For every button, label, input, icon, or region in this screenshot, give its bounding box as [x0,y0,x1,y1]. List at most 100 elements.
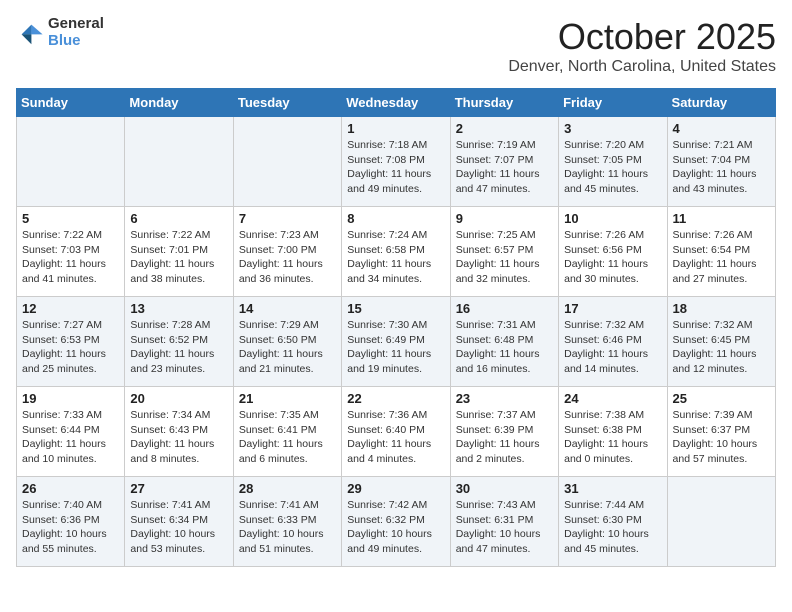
calendar-cell: 31Sunrise: 7:44 AMSunset: 6:30 PMDayligh… [559,477,667,567]
day-info: Sunrise: 7:26 AMSunset: 6:56 PMDaylight:… [564,228,661,287]
calendar-cell: 21Sunrise: 7:35 AMSunset: 6:41 PMDayligh… [233,387,341,477]
day-info: Sunrise: 7:20 AMSunset: 7:05 PMDaylight:… [564,138,661,197]
col-header-thursday: Thursday [450,89,558,117]
calendar-table: SundayMondayTuesdayWednesdayThursdayFrid… [16,88,776,567]
day-info: Sunrise: 7:22 AMSunset: 7:01 PMDaylight:… [130,228,227,287]
col-header-friday: Friday [559,89,667,117]
day-number: 5 [22,211,119,226]
calendar-cell: 11Sunrise: 7:26 AMSunset: 6:54 PMDayligh… [667,207,775,297]
day-info: Sunrise: 7:41 AMSunset: 6:33 PMDaylight:… [239,498,336,557]
calendar-cell: 16 Sunrise: 7:31 AMSunset: 6:48 PMDayligh… [450,297,558,387]
calendar-cell [125,117,233,207]
calendar-header-row: SundayMondayTuesdayWednesdayThursdayFrid… [17,89,776,117]
day-info: Sunrise: 7:32 AMSunset: 6:46 PMDaylight:… [564,318,661,377]
day-number: 17 [564,301,661,316]
day-info: Sunrise: 7:40 AMSunset: 6:36 PMDaylight:… [22,498,119,557]
day-number: 2 [456,121,553,136]
calendar-cell: 30 Sunrise: 7:43 AMSunset: 6:31 PMDayligh… [450,477,558,567]
calendar-cell: 22Sunrise: 7:36 AMSunset: 6:40 PMDayligh… [342,387,450,477]
day-number: 29 [347,481,444,496]
calendar-week-row: 12 Sunrise: 7:27 AMSunset: 6:53 PMDayligh… [17,297,776,387]
calendar-cell [667,477,775,567]
logo-blue-text: Blue [48,33,104,50]
day-info: Sunrise: 7:27 AMSunset: 6:53 PMDaylight:… [22,318,119,377]
calendar-cell: 25Sunrise: 7:39 AMSunset: 6:37 PMDayligh… [667,387,775,477]
day-number: 14 [239,301,336,316]
day-info: Sunrise: 7:23 AMSunset: 7:00 PMDaylight:… [239,228,336,287]
calendar-cell: 20Sunrise: 7:34 AMSunset: 6:43 PMDayligh… [125,387,233,477]
calendar-cell: 15 Sunrise: 7:30 AMSunset: 6:49 PMDayligh… [342,297,450,387]
day-number: 10 [564,211,661,226]
col-header-tuesday: Tuesday [233,89,341,117]
calendar-cell: 18Sunrise: 7:32 AMSunset: 6:45 PMDayligh… [667,297,775,387]
day-number: 30 [456,481,553,496]
calendar-cell: 14 Sunrise: 7:29 AMSunset: 6:50 PMDayligh… [233,297,341,387]
day-info: Sunrise: 7:32 AMSunset: 6:45 PMDaylight:… [673,318,770,377]
day-number: 19 [22,391,119,406]
calendar-week-row: 26Sunrise: 7:40 AMSunset: 6:36 PMDayligh… [17,477,776,567]
calendar-cell: 8 Sunrise: 7:24 AMSunset: 6:58 PMDaylight… [342,207,450,297]
col-header-saturday: Saturday [667,89,775,117]
day-info: Sunrise: 7:28 AMSunset: 6:52 PMDaylight:… [130,318,227,377]
day-number: 13 [130,301,227,316]
calendar-cell: 2 Sunrise: 7:19 AMSunset: 7:07 PMDaylight… [450,117,558,207]
logo-icon [16,19,44,47]
day-info: Sunrise: 7:34 AMSunset: 6:43 PMDaylight:… [130,408,227,467]
day-number: 8 [347,211,444,226]
calendar-cell: 5 Sunrise: 7:22 AMSunset: 7:03 PMDaylight… [17,207,125,297]
day-info: Sunrise: 7:22 AMSunset: 7:03 PMDaylight:… [22,228,119,287]
day-info: Sunrise: 7:21 AMSunset: 7:04 PMDaylight:… [673,138,770,197]
day-info: Sunrise: 7:26 AMSunset: 6:54 PMDaylight:… [673,228,770,287]
calendar-cell: 17 Sunrise: 7:32 AMSunset: 6:46 PMDayligh… [559,297,667,387]
day-info: Sunrise: 7:42 AMSunset: 6:32 PMDaylight:… [347,498,444,557]
day-number: 27 [130,481,227,496]
day-info: Sunrise: 7:24 AMSunset: 6:58 PMDaylight:… [347,228,444,287]
day-info: Sunrise: 7:31 AMSunset: 6:48 PMDaylight:… [456,318,553,377]
calendar-week-row: 5 Sunrise: 7:22 AMSunset: 7:03 PMDaylight… [17,207,776,297]
calendar-cell: 1 Sunrise: 7:18 AMSunset: 7:08 PMDaylight… [342,117,450,207]
day-number: 25 [673,391,770,406]
day-number: 1 [347,121,444,136]
day-info: Sunrise: 7:41 AMSunset: 6:34 PMDaylight:… [130,498,227,557]
day-info: Sunrise: 7:18 AMSunset: 7:08 PMDaylight:… [347,138,444,197]
day-info: Sunrise: 7:30 AMSunset: 6:49 PMDaylight:… [347,318,444,377]
col-header-sunday: Sunday [17,89,125,117]
calendar-cell: 19 Sunrise: 7:33 AMSunset: 6:44 PMDayligh… [17,387,125,477]
calendar-cell: 26Sunrise: 7:40 AMSunset: 6:36 PMDayligh… [17,477,125,567]
page-header: General Blue October 2025 Denver, North … [16,16,776,76]
calendar-cell: 10 Sunrise: 7:26 AMSunset: 6:56 PMDayligh… [559,207,667,297]
day-number: 24 [564,391,661,406]
col-header-wednesday: Wednesday [342,89,450,117]
day-number: 4 [673,121,770,136]
day-number: 9 [456,211,553,226]
calendar-week-row: 19 Sunrise: 7:33 AMSunset: 6:44 PMDayligh… [17,387,776,477]
day-info: Sunrise: 7:43 AMSunset: 6:31 PMDaylight:… [456,498,553,557]
calendar-cell: 3 Sunrise: 7:20 AMSunset: 7:05 PMDaylight… [559,117,667,207]
col-header-monday: Monday [125,89,233,117]
location-title: Denver, North Carolina, United States [508,58,776,76]
day-info: Sunrise: 7:37 AMSunset: 6:39 PMDaylight:… [456,408,553,467]
day-number: 12 [22,301,119,316]
day-number: 6 [130,211,227,226]
day-info: Sunrise: 7:33 AMSunset: 6:44 PMDaylight:… [22,408,119,467]
day-number: 16 [456,301,553,316]
calendar-cell: 28 Sunrise: 7:41 AMSunset: 6:33 PMDayligh… [233,477,341,567]
day-info: Sunrise: 7:19 AMSunset: 7:07 PMDaylight:… [456,138,553,197]
day-number: 15 [347,301,444,316]
day-number: 3 [564,121,661,136]
calendar-cell: 9 Sunrise: 7:25 AMSunset: 6:57 PMDaylight… [450,207,558,297]
day-info: Sunrise: 7:36 AMSunset: 6:40 PMDaylight:… [347,408,444,467]
day-info: Sunrise: 7:25 AMSunset: 6:57 PMDaylight:… [456,228,553,287]
month-title: October 2025 [508,16,776,58]
calendar-cell [17,117,125,207]
calendar-cell: 13 Sunrise: 7:28 AMSunset: 6:52 PMDayligh… [125,297,233,387]
logo: General Blue [16,16,104,49]
day-number: 28 [239,481,336,496]
day-number: 23 [456,391,553,406]
calendar-cell [233,117,341,207]
calendar-cell: 7Sunrise: 7:23 AMSunset: 7:00 PMDaylight… [233,207,341,297]
day-info: Sunrise: 7:44 AMSunset: 6:30 PMDaylight:… [564,498,661,557]
day-info: Sunrise: 7:29 AMSunset: 6:50 PMDaylight:… [239,318,336,377]
calendar-cell: 12 Sunrise: 7:27 AMSunset: 6:53 PMDayligh… [17,297,125,387]
calendar-cell: 24Sunrise: 7:38 AMSunset: 6:38 PMDayligh… [559,387,667,477]
